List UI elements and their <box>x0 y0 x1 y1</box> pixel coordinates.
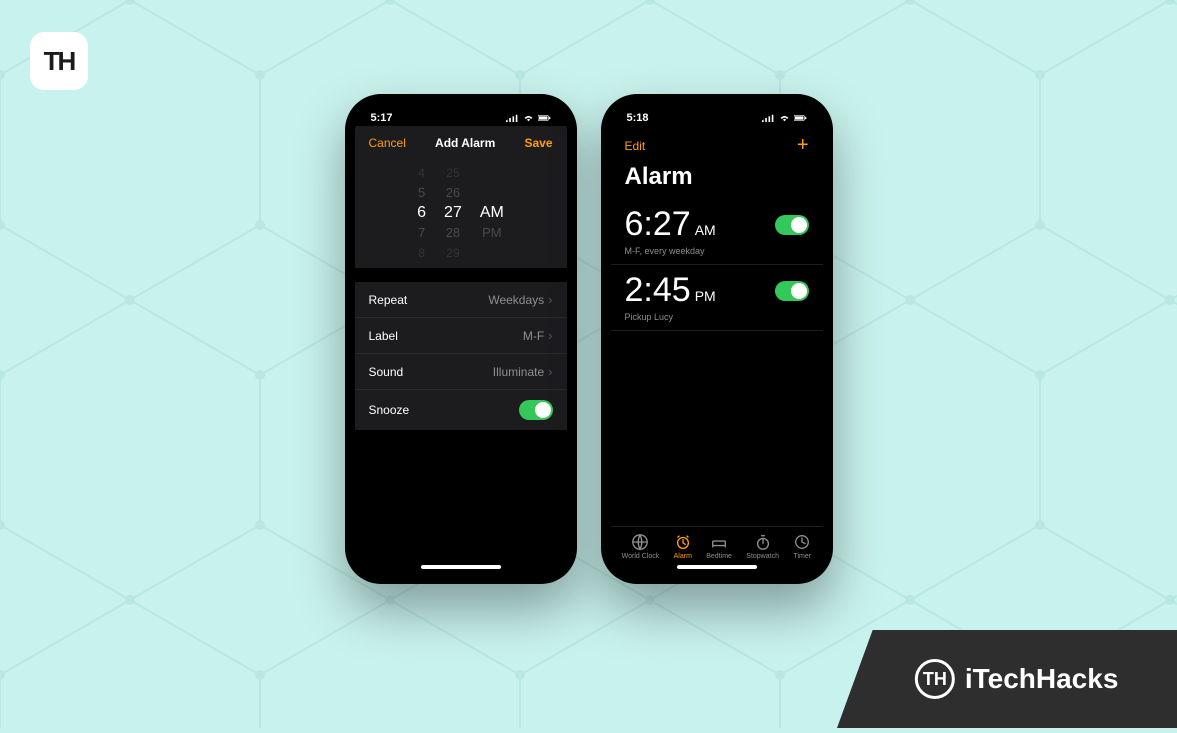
cancel-button[interactable]: Cancel <box>369 136 406 150</box>
sound-row[interactable]: Sound Illuminate › <box>355 354 567 390</box>
tab-bedtime[interactable]: Bedtime <box>706 533 732 560</box>
wifi-icon <box>522 113 535 123</box>
notch <box>411 104 511 124</box>
brand-logo-text: TH <box>44 46 75 77</box>
page-title: Alarm <box>611 161 823 199</box>
tab-world-clock[interactable]: World Clock <box>622 533 660 560</box>
alarm-ampm: AM <box>695 222 716 238</box>
brand-logo-badge: TH <box>30 32 88 90</box>
label-value: M-F <box>523 329 544 343</box>
modal-title: Add Alarm <box>435 136 495 150</box>
save-button[interactable]: Save <box>524 136 552 150</box>
status-icons <box>762 113 807 123</box>
timer-icon <box>793 533 811 551</box>
modal-header: Cancel Add Alarm Save <box>355 126 567 158</box>
phone-right: 5:18 Edit + Alarm 6:27 AM M-F, <box>601 94 833 584</box>
alarm-toggle[interactable] <box>775 281 809 301</box>
alarm-subtitle: Pickup Lucy <box>611 312 823 331</box>
minute-picker-column[interactable]: 25 26 27 28 29 <box>444 163 462 263</box>
label-label: Label <box>369 329 398 343</box>
alarm-icon <box>674 533 692 551</box>
sound-value: Illuminate <box>493 365 544 379</box>
status-time: 5:18 <box>627 112 649 124</box>
hour-picker-column[interactable]: 4 5 6 7 8 <box>417 163 426 263</box>
repeat-value: Weekdays <box>488 293 544 307</box>
nav-header: Edit + <box>611 126 823 161</box>
snooze-row: Snooze <box>355 390 567 430</box>
watermark-brand-name: iTechHacks <box>965 663 1119 695</box>
wifi-icon <box>778 113 791 123</box>
snooze-label: Snooze <box>369 403 410 417</box>
alarm-subtitle: M-F, every weekday <box>611 246 823 265</box>
bed-icon <box>710 533 728 551</box>
battery-icon <box>794 113 807 123</box>
tab-alarm[interactable]: Alarm <box>674 533 692 560</box>
status-icons <box>506 113 551 123</box>
tab-timer[interactable]: Timer <box>793 533 811 560</box>
watermark-bar: TH iTechHacks <box>837 630 1177 728</box>
alarm-time: 2:45 <box>625 271 691 310</box>
alarm-time: 6:27 <box>625 205 691 244</box>
phone-left: 5:17 Cancel Add Alarm Save 4 <box>345 94 577 584</box>
globe-icon <box>631 533 649 551</box>
status-time: 5:17 <box>371 112 393 124</box>
phone-stage: 5:17 Cancel Add Alarm Save 4 <box>345 94 833 584</box>
home-indicator[interactable] <box>421 565 501 569</box>
add-alarm-button[interactable]: + <box>797 134 809 157</box>
time-picker[interactable]: 4 5 6 7 8 25 26 27 28 29 <box>355 158 567 268</box>
alarm-settings-list: Repeat Weekdays › Label M-F › Sound Illumi… <box>355 282 567 430</box>
chevron-right-icon: › <box>548 292 552 307</box>
home-indicator[interactable] <box>677 565 757 569</box>
chevron-right-icon: › <box>548 364 552 379</box>
repeat-row[interactable]: Repeat Weekdays › <box>355 282 567 318</box>
sound-label: Sound <box>369 365 404 379</box>
watermark-logo-icon: TH <box>915 659 955 699</box>
snooze-toggle[interactable] <box>519 400 553 420</box>
notch <box>667 104 767 124</box>
alarm-toggle[interactable] <box>775 215 809 235</box>
edit-button[interactable]: Edit <box>625 139 646 153</box>
alarm-row[interactable]: 2:45 PM <box>611 265 823 316</box>
tab-bar: World Clock Alarm Bedtime Stopwatch Time… <box>611 526 823 560</box>
repeat-label: Repeat <box>369 293 408 307</box>
battery-icon <box>538 113 551 123</box>
alarm-ampm: PM <box>695 288 716 304</box>
alarm-row[interactable]: 6:27 AM <box>611 199 823 250</box>
chevron-right-icon: › <box>548 328 552 343</box>
ampm-picker-column[interactable]: AM PM <box>480 163 504 263</box>
label-row[interactable]: Label M-F › <box>355 318 567 354</box>
tab-stopwatch[interactable]: Stopwatch <box>746 533 779 560</box>
stopwatch-icon <box>754 533 772 551</box>
